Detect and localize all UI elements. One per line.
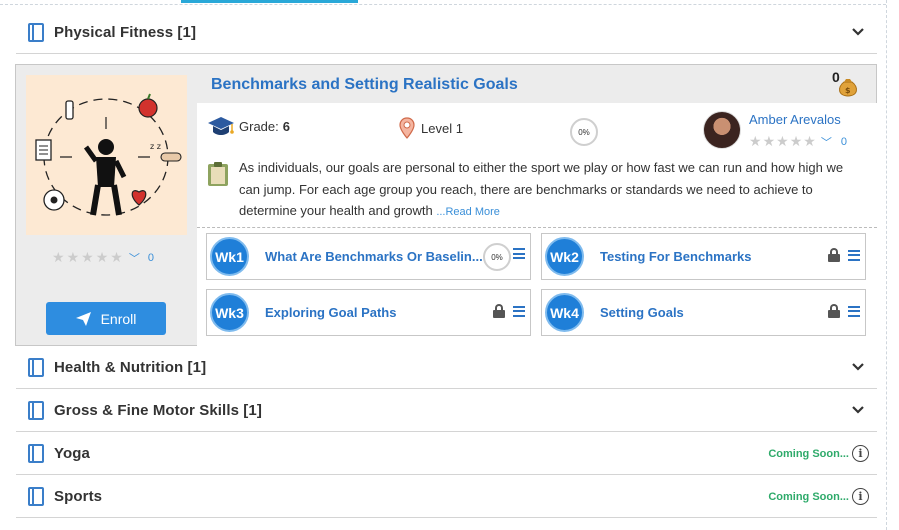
category-title: Yoga (54, 444, 90, 462)
category-health-nutrition[interactable]: Health & Nutrition [1] (16, 346, 877, 389)
book-icon (28, 400, 44, 420)
week-title[interactable]: What Are Benchmarks Or Baselin... (265, 249, 483, 264)
paper-plane-icon (75, 311, 91, 326)
grade-value: 6 (282, 118, 290, 134)
lock-icon (828, 248, 840, 262)
coming-soon-label: Coming Soon... (768, 490, 849, 503)
level-label: Level 1 (421, 120, 463, 136)
chevron-down-icon[interactable]: ﹀ (821, 134, 832, 150)
week-badge: Wk4 (545, 293, 584, 332)
category-sports[interactable]: Sports Coming Soon... i (16, 475, 877, 518)
lock-icon (493, 304, 505, 318)
enroll-label: Enroll (100, 310, 137, 327)
lock-icon (828, 304, 840, 318)
graduation-cap-icon (208, 117, 234, 135)
coming-soon-label: Coming Soon... (768, 447, 849, 460)
menu-icon[interactable] (848, 249, 860, 261)
course-rating[interactable]: ★ ★ ★ ★ ★ ﹀ 0 (52, 249, 154, 266)
chevron-down-icon[interactable] (851, 25, 865, 39)
week-item[interactable]: Wk1 What Are Benchmarks Or Baselin... 0% (206, 233, 531, 280)
money-count: 0 (832, 69, 840, 85)
divider (197, 227, 877, 228)
week-item[interactable]: Wk4 Setting Goals (541, 289, 866, 336)
week-actions (493, 304, 525, 318)
star-icon: ★ (776, 133, 789, 149)
week-badge: Wk1 (210, 237, 249, 276)
chevron-down-icon[interactable] (851, 403, 865, 417)
grade-label: Grade: (239, 118, 279, 134)
star-icon: ★ (52, 249, 65, 265)
menu-icon[interactable] (848, 305, 860, 317)
book-icon (28, 443, 44, 463)
book-icon (28, 486, 44, 506)
coming-soon-badge: Coming Soon... i (768, 488, 869, 505)
star-icon: ★ (749, 133, 762, 149)
category-yoga[interactable]: Yoga Coming Soon... i (16, 432, 877, 475)
menu-icon[interactable] (513, 248, 525, 259)
week-progress: 0% (483, 243, 511, 271)
author-rating[interactable]: ★ ★ ★ ★ ★ ﹀ 0 (749, 133, 847, 150)
enroll-button[interactable]: Enroll (46, 302, 166, 335)
week-badge: Wk3 (210, 293, 249, 332)
week-item[interactable]: Wk2 Testing For Benchmarks (541, 233, 866, 280)
week-title[interactable]: Exploring Goal Paths (265, 305, 396, 320)
avatar[interactable] (703, 111, 741, 149)
week-title[interactable]: Testing For Benchmarks (600, 249, 751, 264)
clipboard-icon (208, 162, 228, 186)
week-title[interactable]: Setting Goals (600, 305, 684, 320)
star-icon: ★ (762, 133, 776, 149)
course-card: z z ★ ★ ★ ★ ★ ﹀ 0 Enroll Benchmarks and … (15, 64, 877, 346)
course-description: As individuals, our goals are personal t… (239, 157, 864, 224)
course-progress: 0% (570, 118, 598, 146)
course-thumbnail: z z (26, 75, 187, 235)
rating-count: 0 (147, 251, 154, 264)
category-title: Health & Nutrition [1] (54, 358, 207, 376)
info-icon[interactable]: i (852, 445, 869, 462)
info-icon[interactable]: i (852, 488, 869, 505)
svg-text:$: $ (845, 86, 851, 95)
book-icon (28, 357, 44, 377)
author-rating-count: 0 (840, 135, 847, 148)
week-actions (828, 248, 860, 262)
frame-right-border (886, 0, 887, 530)
week-actions (513, 248, 525, 259)
category-physical-fitness[interactable]: Physical Fitness [1] (16, 11, 877, 54)
menu-icon[interactable] (513, 305, 525, 317)
category-title: Physical Fitness [1] (54, 23, 197, 41)
week-item[interactable]: Wk3 Exploring Goal Paths (206, 289, 531, 336)
chevron-down-icon[interactable]: ﹀ (129, 250, 140, 266)
category-motor-skills[interactable]: Gross & Fine Motor Skills [1] (16, 389, 877, 432)
star-icon: ★ (81, 249, 94, 265)
coming-soon-badge: Coming Soon... i (768, 445, 869, 462)
week-badge: Wk2 (545, 237, 584, 276)
description-text: As individuals, our goals are personal t… (239, 160, 844, 218)
map-pin-icon (399, 117, 415, 139)
chevron-down-icon[interactable] (851, 360, 865, 374)
grade-info: Grade: 6 (207, 115, 290, 137)
active-tab-indicator (181, 0, 358, 3)
author-info: Amber Arevalos ★ ★ ★ ★ ★ ﹀ 0 (703, 111, 868, 151)
svg-text:z z: z z (150, 142, 161, 151)
star-icon: ★ (95, 249, 109, 265)
star-icon: ★ (789, 133, 803, 149)
read-more-link[interactable]: ...Read More (436, 206, 500, 218)
level-info: Level 1 (399, 117, 463, 139)
week-actions (828, 304, 860, 318)
category-title: Sports (54, 487, 103, 505)
star-icon: ★ (66, 249, 80, 265)
category-title: Gross & Fine Motor Skills [1] (54, 401, 262, 419)
star-icon: ★ (110, 249, 123, 265)
money-bag-icon[interactable]: $ 0 (832, 69, 862, 97)
book-icon (28, 22, 44, 42)
frame-top-border (0, 4, 886, 5)
author-name[interactable]: Amber Arevalos (749, 112, 841, 127)
course-title[interactable]: Benchmarks and Setting Realistic Goals (211, 76, 518, 94)
star-icon: ★ (803, 133, 816, 149)
